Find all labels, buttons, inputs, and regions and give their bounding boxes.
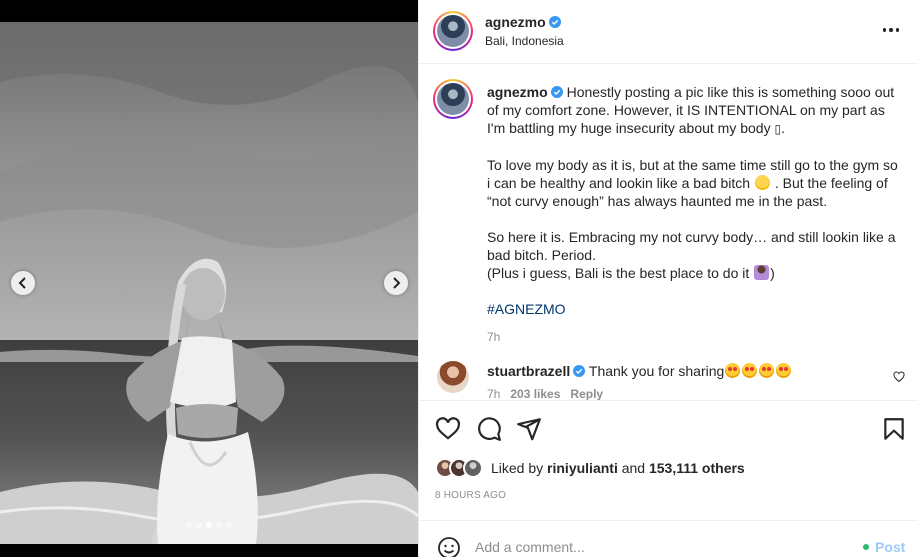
carousel-dot	[196, 522, 202, 528]
star-struck-emoji-icon	[742, 363, 758, 378]
author-username[interactable]: agnezmo	[485, 14, 546, 30]
carousel-dot	[216, 522, 222, 528]
carousel-next-button[interactable]	[384, 271, 408, 295]
laughing-emoji-icon	[754, 175, 770, 190]
caption-text: .	[781, 120, 785, 136]
star-struck-emoji-icon	[759, 363, 775, 378]
carousel-indicator	[186, 522, 232, 528]
hashtag-link[interactable]: #AGNEZMO	[487, 301, 566, 317]
liker-avatar[interactable]	[463, 458, 483, 478]
comment-input[interactable]	[475, 536, 805, 557]
smiley-icon[interactable]	[437, 536, 461, 557]
star-struck-emoji-icon	[725, 363, 741, 378]
comment-likes[interactable]: 203 likes	[510, 387, 560, 400]
caption-text: (Plus i guess, Bali is the best place to…	[487, 265, 754, 281]
more-options-icon	[882, 28, 887, 32]
comment-icon	[478, 417, 501, 441]
carousel-dot	[186, 522, 192, 528]
verified-badge-icon	[573, 365, 586, 377]
carousel-dot-active	[206, 522, 212, 528]
caption-text: )	[770, 265, 775, 281]
post-media	[0, 0, 418, 557]
likes-summary: Liked by riniyulianti and 153,111 others	[435, 458, 745, 478]
liker-username[interactable]: riniyulianti	[547, 460, 618, 476]
status-dot	[863, 544, 869, 550]
comments-section[interactable]: agnezmo Honestly posting a pic like this…	[419, 65, 918, 401]
caption-time: 7h	[487, 330, 501, 344]
post-comment-button[interactable]: Post	[863, 539, 905, 555]
carousel-dot	[226, 522, 232, 528]
caption-avatar[interactable]	[433, 79, 473, 119]
share-button[interactable]	[516, 416, 542, 442]
verified-badge-icon	[550, 86, 563, 98]
star-struck-emoji-icon	[776, 363, 792, 378]
commenter-avatar[interactable]	[437, 361, 469, 393]
likes-and: and	[621, 460, 646, 476]
post-timestamp[interactable]: 8 HOURS AGO	[435, 490, 506, 501]
bookmark-icon	[884, 418, 904, 440]
action-bar	[419, 402, 918, 456]
carousel-prev-button[interactable]	[11, 271, 35, 295]
chevron-left-icon	[18, 277, 26, 289]
post-photo[interactable]	[0, 22, 418, 544]
comment-text: Thank you for sharing	[588, 363, 725, 379]
comment-button[interactable]	[476, 416, 502, 442]
comment-time: 7h	[487, 387, 501, 401]
heart-icon	[436, 417, 460, 440]
caption-text: So here it is. Embracing my not curvy bo…	[487, 229, 900, 263]
post-location[interactable]: Bali, Indonesia	[485, 34, 564, 48]
comment-like-heart-icon[interactable]	[893, 371, 905, 383]
like-button[interactable]	[435, 416, 461, 442]
more-options-button[interactable]	[881, 20, 901, 40]
caption-text: Honestly posting a pic like this is some…	[487, 84, 899, 136]
likes-count[interactable]: 153,111 others	[649, 460, 745, 476]
post-label: Post	[875, 539, 906, 555]
add-comment-bar: Post	[419, 520, 918, 557]
author-avatar[interactable]	[433, 11, 473, 51]
commenter-username[interactable]: stuartbrazell	[487, 363, 570, 379]
reply-button[interactable]: Reply	[570, 387, 603, 400]
save-button[interactable]	[881, 416, 907, 442]
likes-prefix: Liked by	[491, 460, 544, 476]
comment-item: stuartbrazell Thank you for sharing 7h 20…	[433, 361, 913, 401]
post-header: agnezmo Bali, Indonesia	[419, 0, 918, 64]
share-icon	[517, 418, 541, 441]
post-sidebar: agnezmo Bali, Indonesia agnezmo Honestly…	[418, 0, 918, 557]
person-gesturing-emoji-icon	[754, 265, 770, 280]
caption-username[interactable]: agnezmo	[487, 84, 548, 100]
verified-badge-icon	[548, 16, 561, 28]
chevron-right-icon	[393, 277, 401, 289]
